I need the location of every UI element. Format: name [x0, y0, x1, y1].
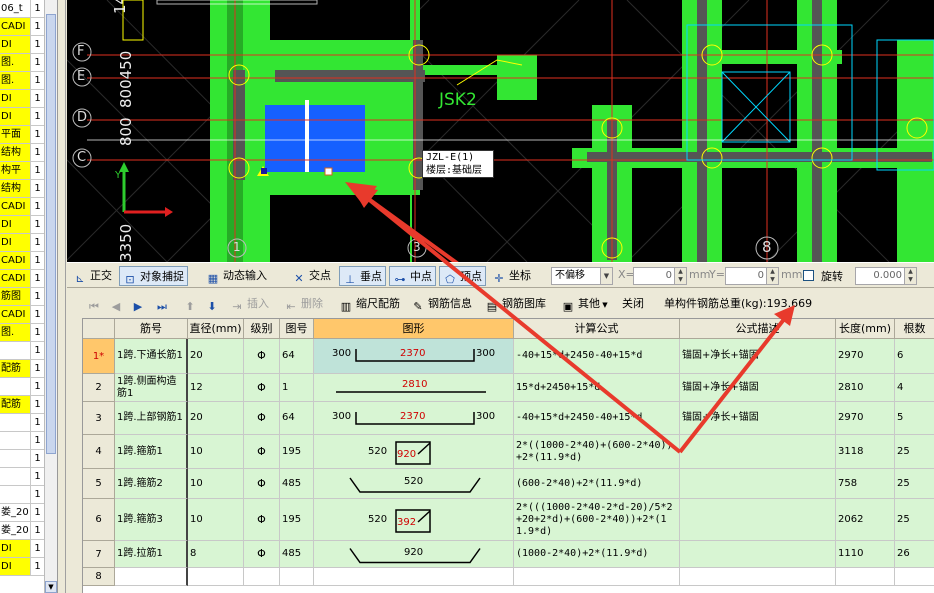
app-window: 06_t 1 CADI 1 DI 1 图. 1 图. 1 DI 1 DI 1 平面 1 结构 1 构平 1 结构 1 CAD…	[0, 0, 934, 593]
annotation-arrow-overlay	[350, 184, 795, 454]
